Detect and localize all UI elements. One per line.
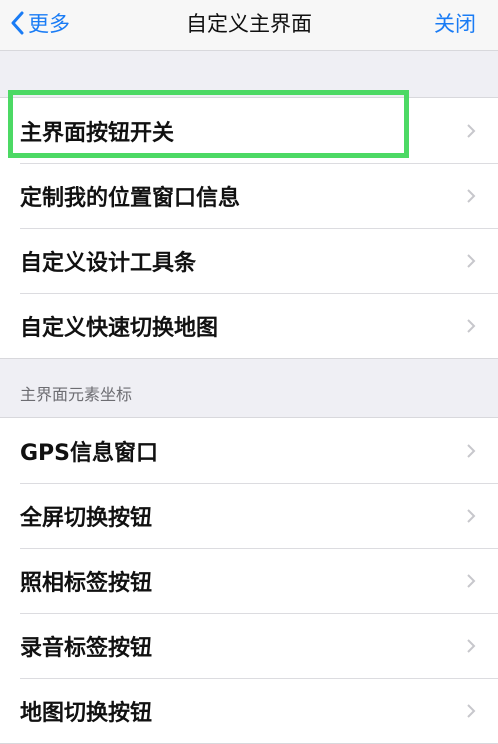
row-fullscreen-button[interactable]: 全屏切换按钮: [0, 483, 498, 548]
settings-group-coordinates: GPS信息窗口 全屏切换按钮 照相标签按钮 录音标签按钮 地图切换按钮: [0, 417, 498, 744]
row-label: 照相标签按钮: [20, 570, 153, 596]
chevron-right-icon: [467, 508, 476, 523]
chevron-right-icon: [467, 123, 476, 138]
close-button[interactable]: 关闭: [434, 0, 476, 46]
navigation-bar: 更多 自定义主界面 关闭: [0, 0, 498, 51]
chevron-right-icon: [467, 703, 476, 718]
chevron-right-icon: [467, 253, 476, 268]
chevron-right-icon: [467, 573, 476, 588]
row-label: GPS信息窗口: [20, 440, 159, 466]
chevron-right-icon: [467, 638, 476, 653]
row-label: 主界面按钮开关: [20, 120, 175, 146]
row-label: 定制我的位置窗口信息: [20, 185, 241, 211]
row-label: 录音标签按钮: [20, 635, 153, 661]
chevron-right-icon: [467, 188, 476, 203]
row-audio-tag-button[interactable]: 录音标签按钮: [0, 613, 498, 678]
row-location-window-info[interactable]: 定制我的位置窗口信息: [0, 163, 498, 228]
row-label: 全屏切换按钮: [20, 505, 153, 531]
row-gps-info-window[interactable]: GPS信息窗口: [0, 418, 498, 483]
row-quick-map-switch[interactable]: 自定义快速切换地图: [0, 293, 498, 358]
row-label: 自定义设计工具条: [20, 250, 197, 276]
section-header: 主界面元素坐标: [20, 385, 133, 404]
page-title: 自定义主界面: [186, 12, 312, 36]
row-main-buttons-toggle[interactable]: 主界面按钮开关: [0, 98, 498, 163]
row-custom-toolbar[interactable]: 自定义设计工具条: [0, 228, 498, 293]
row-label: 自定义快速切换地图: [20, 315, 219, 341]
row-photo-tag-button[interactable]: 照相标签按钮: [0, 548, 498, 613]
settings-group-main: 主界面按钮开关 定制我的位置窗口信息 自定义设计工具条 自定义快速切换地图: [0, 97, 498, 359]
chevron-right-icon: [467, 443, 476, 458]
row-map-switch-button[interactable]: 地图切换按钮: [0, 678, 498, 743]
row-label: 地图切换按钮: [20, 700, 153, 726]
chevron-right-icon: [467, 318, 476, 333]
